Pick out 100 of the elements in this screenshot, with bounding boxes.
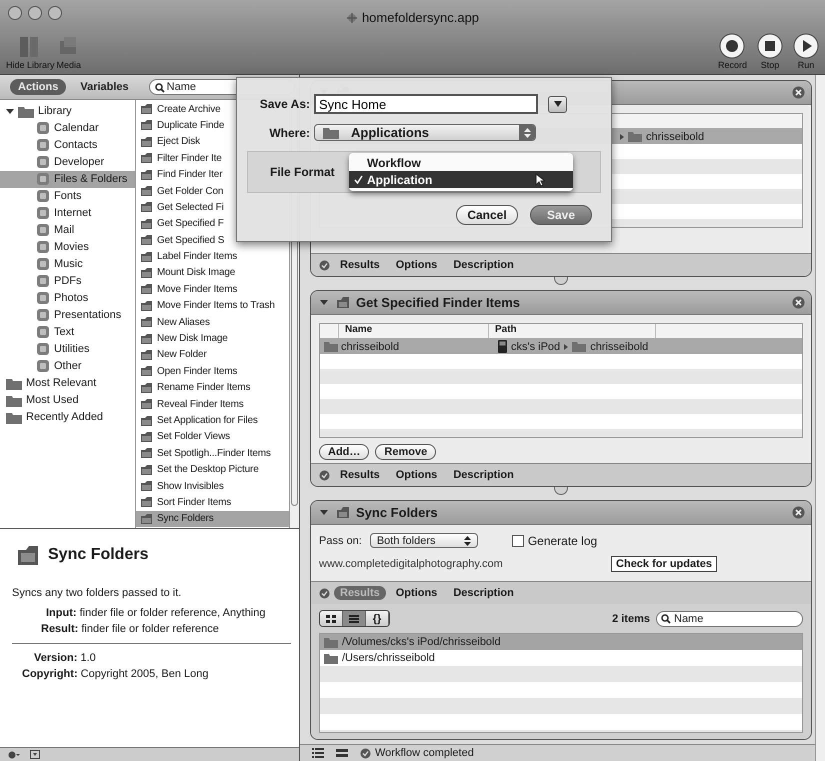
footer-tab[interactable]: Options [390, 468, 444, 482]
close-icon[interactable] [792, 506, 805, 519]
library-item[interactable]: Music [0, 256, 135, 273]
library-item[interactable]: Fonts [0, 188, 135, 205]
library-item[interactable]: Internet [0, 204, 135, 222]
close-icon[interactable] [792, 86, 805, 99]
footer-tab[interactable]: Results [334, 258, 386, 272]
panel-icon[interactable] [30, 750, 40, 760]
library-item[interactable]: Text [0, 324, 135, 341]
action-item[interactable]: Filter Finder Ite [136, 150, 289, 166]
action-item[interactable]: Set the Desktop Picture [136, 461, 289, 478]
action-item[interactable]: Show Invisibles [136, 478, 289, 494]
action-icon [140, 430, 153, 443]
text-view-button[interactable]: {} [366, 611, 389, 626]
action-item[interactable]: New Folder [136, 346, 289, 364]
minimize-button[interactable] [28, 6, 42, 20]
disclosure-triangle-icon[interactable] [320, 300, 328, 305]
hide-library-button[interactable]: Hide Library [6, 33, 55, 70]
checkbox[interactable] [512, 534, 524, 546]
location-popup[interactable]: Applications [314, 124, 536, 141]
library-item[interactable]: Mail [0, 222, 135, 239]
library-item[interactable]: Calendar [0, 120, 135, 137]
run-button[interactable]: Run [793, 33, 819, 70]
action-item[interactable]: Rename Finder Items [136, 380, 289, 396]
pass-on-popup[interactable]: Both folders [370, 533, 478, 548]
footer-tab[interactable]: Results [334, 468, 386, 482]
result-row[interactable]: /Users/chrisseibold [320, 650, 802, 666]
action-item[interactable]: Set Folder Views [136, 428, 289, 446]
library-item[interactable]: Other [0, 358, 135, 375]
folder-icon [323, 126, 339, 138]
action-icon [140, 250, 153, 263]
action-item[interactable]: Get Specified S [136, 232, 289, 248]
action-item[interactable]: Get Folder Con [136, 182, 289, 200]
add-button[interactable]: Add… [319, 444, 370, 460]
path-arrow-icon [564, 344, 568, 350]
record-button[interactable]: Record [718, 33, 747, 70]
action-item[interactable]: Sort Finder Items [136, 494, 289, 511]
check-updates-button[interactable]: Check for updates [611, 556, 717, 572]
stop-button[interactable]: Stop [757, 33, 783, 70]
library-item[interactable]: Presentations [0, 306, 135, 324]
footer-tab[interactable]: Options [390, 586, 444, 600]
footer-tab[interactable]: Description [447, 468, 520, 482]
library-item[interactable]: Library [0, 102, 135, 120]
library-item[interactable]: Utilities [0, 340, 135, 358]
website-link[interactable]: www.completedigitalphotography.com [319, 558, 503, 570]
action-item[interactable]: Mount Disk Image [136, 264, 289, 282]
library-item[interactable]: Photos [0, 290, 135, 307]
library-item[interactable]: Recently Added [0, 408, 135, 426]
list-view-button[interactable] [343, 611, 366, 626]
action-item[interactable]: Get Selected Fi [136, 199, 289, 216]
icon-view-button[interactable] [320, 611, 343, 626]
library-item[interactable]: Movies [0, 238, 135, 256]
footer-tab[interactable]: Description [447, 258, 520, 272]
library-item[interactable]: Contacts [0, 136, 135, 154]
library-item[interactable]: Files & Folders [0, 170, 135, 188]
footer-tab[interactable]: Options [390, 258, 444, 272]
expand-button[interactable] [548, 96, 567, 112]
check-circle-icon [319, 588, 330, 598]
file-name-field[interactable]: Sync Home [314, 94, 538, 114]
category-icon [36, 138, 50, 152]
media-button[interactable]: Media [56, 33, 82, 70]
cancel-button[interactable]: Cancel [456, 205, 518, 225]
action-item[interactable]: New Aliases [136, 314, 289, 330]
library-item[interactable]: Developer [0, 154, 135, 171]
grid-icon [326, 614, 336, 622]
action-item[interactable]: Set Application for Files [136, 412, 289, 429]
library-item[interactable]: PDFs [0, 272, 135, 290]
status-text: Workflow completed [375, 747, 474, 759]
action-item[interactable]: Get Specified F [136, 216, 289, 232]
close-icon[interactable] [792, 296, 805, 309]
scroll-bar[interactable] [815, 75, 825, 761]
action-item[interactable]: New Disk Image [136, 330, 289, 347]
library-item[interactable]: Most Used [0, 392, 135, 409]
zoom-button[interactable] [48, 6, 62, 20]
action-item[interactable]: Label Finder Items [136, 248, 289, 265]
footer-tab[interactable]: Description [447, 586, 520, 600]
action-item[interactable]: Open Finder Items [136, 363, 289, 380]
updown-arrows-icon [464, 536, 471, 546]
column-header[interactable]: Name [339, 324, 489, 338]
rows-icon[interactable] [336, 748, 348, 758]
action-item[interactable]: Sync Folders [136, 510, 289, 528]
result-row[interactable]: /Volumes/cks's iPod/chrisseibold [320, 634, 802, 650]
action-item[interactable]: Set Spotligh...Finder Items [136, 445, 289, 462]
action-item[interactable]: Reveal Finder Items [136, 396, 289, 412]
menu-item[interactable]: Application [349, 171, 573, 188]
menu-item[interactable]: Workflow [349, 154, 573, 171]
action-item[interactable]: Move Finder Items [136, 281, 289, 298]
search-field[interactable]: Name [656, 610, 803, 626]
remove-button[interactable]: Remove [375, 444, 436, 460]
library-tab[interactable]: Actions [10, 78, 66, 95]
column-header[interactable]: Path [489, 324, 656, 338]
action-item[interactable]: Move Finder Items to Trash [136, 298, 289, 314]
close-button[interactable] [8, 6, 22, 20]
disclosure-triangle-icon[interactable] [320, 510, 328, 515]
list-view-icon[interactable] [312, 748, 324, 758]
table-row[interactable]: chrisseibold cks's iPod chrisseibold [320, 339, 802, 354]
gear-icon[interactable] [8, 750, 20, 760]
library-item[interactable]: Most Relevant [0, 374, 135, 392]
list-icon [349, 614, 359, 622]
library-tab[interactable]: Variables [72, 78, 137, 95]
